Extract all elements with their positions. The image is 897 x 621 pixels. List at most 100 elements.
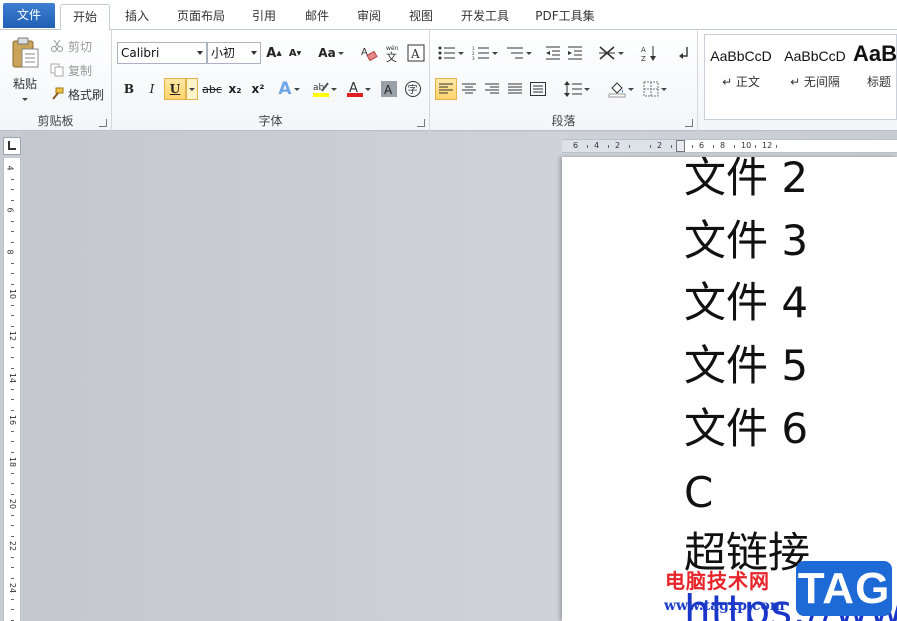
- chevron-down-icon: [330, 87, 337, 91]
- clipboard-dialog-launcher[interactable]: [99, 119, 107, 127]
- tab-review[interactable]: 审阅: [348, 4, 390, 30]
- tab-developer[interactable]: 开发工具: [452, 4, 518, 30]
- highlight-button[interactable]: ab: [310, 78, 338, 100]
- strikethrough-button[interactable]: abc: [200, 78, 224, 100]
- document-line[interactable]: 文件 2: [684, 157, 808, 202]
- subscript-button[interactable]: x₂: [224, 78, 246, 100]
- ruler-tick: [11, 199, 14, 201]
- change-case-button[interactable]: Aa: [316, 42, 346, 64]
- document-line[interactable]: C: [684, 469, 713, 517]
- style-heading[interactable]: AaB 标题: [853, 35, 896, 119]
- tab-mailings[interactable]: 邮件: [296, 4, 338, 30]
- document-line[interactable]: 文件 5: [684, 342, 808, 390]
- document-line[interactable]: 文件 4: [684, 279, 808, 327]
- borders-button[interactable]: [640, 78, 670, 100]
- chevron-down-icon: [618, 51, 624, 55]
- tab-file[interactable]: 文件: [3, 3, 55, 28]
- font-dialog-launcher[interactable]: [417, 119, 425, 127]
- shrink-font-button[interactable]: A ▼: [284, 42, 306, 64]
- tab-home[interactable]: 开始: [60, 4, 110, 31]
- tab-insert[interactable]: 插入: [116, 4, 158, 30]
- bold-button[interactable]: B: [118, 78, 140, 100]
- ruler-tick: [11, 315, 14, 316]
- text-effects-button[interactable]: A: [278, 78, 300, 100]
- show-marks-button[interactable]: [673, 42, 695, 64]
- document-line[interactable]: 文件 3: [684, 217, 808, 265]
- tab-references[interactable]: 引用: [243, 4, 285, 30]
- phonetic-guide-button[interactable]: wén 文: [382, 42, 404, 64]
- copy-button[interactable]: 复制: [50, 62, 92, 78]
- align-left-button[interactable]: [435, 78, 457, 100]
- character-border-button[interactable]: A: [405, 42, 427, 64]
- superscript-button[interactable]: x²: [247, 78, 269, 100]
- copy-label: 复制: [68, 63, 93, 78]
- align-right-button[interactable]: [481, 78, 503, 100]
- ruler-number: 10: [8, 288, 18, 300]
- indent-marker[interactable]: [676, 140, 685, 152]
- sort-button[interactable]: AZ: [638, 42, 660, 64]
- shading-button[interactable]: [606, 78, 636, 100]
- ruler-number: 4: [5, 165, 15, 171]
- clear-format-button[interactable]: A: [358, 42, 380, 64]
- enclose-characters-button[interactable]: 字: [402, 78, 424, 100]
- tab-page-layout[interactable]: 页面布局: [168, 4, 234, 30]
- horizontal-ruler[interactable]: 64224681012: [562, 139, 897, 153]
- chinese-layout-button[interactable]: [596, 42, 626, 64]
- style-sample: AaBbCcD: [710, 48, 772, 64]
- font-size-combo[interactable]: 小初: [207, 42, 261, 64]
- style-normal[interactable]: AaBbCcD ↵ 正文: [705, 35, 777, 119]
- numbering-button[interactable]: 123: [470, 42, 500, 64]
- cut-button[interactable]: 剪切: [50, 38, 92, 54]
- tab-view[interactable]: 视图: [400, 4, 442, 30]
- font-name-combo[interactable]: Calibri: [117, 42, 207, 64]
- increase-indent-icon: [568, 46, 582, 60]
- svg-text:A: A: [410, 47, 420, 61]
- tab-pdf-tools[interactable]: PDF工具集: [530, 4, 600, 30]
- svg-text:3: 3: [472, 56, 475, 60]
- document-line[interactable]: 文件 6: [684, 405, 808, 453]
- ruler-tick: [11, 483, 14, 484]
- distributed-button[interactable]: [527, 78, 549, 100]
- line-spacing-button[interactable]: [562, 78, 592, 100]
- chinese-layout-icon: [599, 46, 615, 60]
- copy-icon: [50, 63, 64, 77]
- chevron-down-icon: [189, 87, 195, 91]
- vertical-ruler[interactable]: 4 6 8 10 12 14 16 18 20 22 24: [3, 158, 21, 621]
- highlighter-icon: ab: [312, 82, 329, 97]
- grow-font-button[interactable]: A ▲: [263, 42, 285, 64]
- svg-text:A: A: [641, 46, 646, 54]
- ruler-number: 6: [699, 141, 705, 150]
- ruler-tick: [11, 430, 14, 432]
- tab-selector[interactable]: [3, 137, 21, 155]
- ruler-tick: [754, 145, 756, 148]
- style-name: ↵ 无间隔: [790, 75, 840, 89]
- paragraph-group: 123 AZ 段落: [430, 30, 698, 131]
- increase-indent-button[interactable]: [564, 42, 586, 64]
- paste-button[interactable]: 粘贴: [6, 34, 44, 104]
- watermark-site-name: 电脑技术网: [665, 569, 770, 593]
- align-left-icon: [439, 83, 453, 94]
- document-page[interactable]: 文件 2 文件 3 文件 4 文件 5 文件 6 C 超链接 https://w…: [562, 157, 897, 621]
- justify-button[interactable]: [504, 78, 526, 100]
- chevron-down-icon: [584, 87, 590, 91]
- multilevel-list-button[interactable]: [504, 42, 534, 64]
- ruler-tick: [11, 283, 14, 285]
- ruler-tick: [11, 535, 14, 537]
- italic-button[interactable]: I: [141, 78, 163, 100]
- ruler-number: 6: [5, 207, 15, 213]
- ruler-number: 16: [8, 414, 18, 426]
- decrease-indent-button[interactable]: [542, 42, 564, 64]
- underline-button[interactable]: U: [164, 78, 186, 100]
- font-size-value: 小初: [211, 46, 236, 60]
- paste-dropdown-icon[interactable]: [22, 98, 28, 101]
- underline-dropdown[interactable]: [186, 78, 198, 100]
- format-painter-button[interactable]: 格式刷: [50, 86, 104, 102]
- font-color-button[interactable]: A: [344, 78, 372, 100]
- align-center-button[interactable]: [458, 78, 480, 100]
- character-shading-button[interactable]: A: [378, 78, 400, 100]
- style-no-spacing[interactable]: AaBbCcD ↵ 无间隔: [779, 35, 851, 119]
- bullets-button[interactable]: [436, 42, 466, 64]
- paragraph-dialog-launcher[interactable]: [685, 119, 693, 127]
- bullet-list-icon: [438, 46, 455, 60]
- multilevel-list-icon: [507, 47, 523, 59]
